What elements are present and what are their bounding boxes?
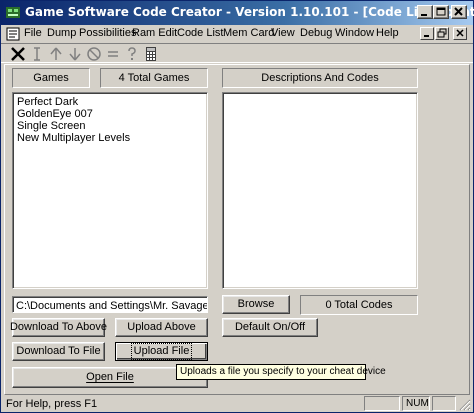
menu-debug[interactable]: Debug <box>300 27 332 39</box>
default-on-off-label: Default On/Off <box>234 321 306 333</box>
list-item[interactable]: GoldenEye 007 <box>17 108 93 120</box>
games-count: 4 Total Games <box>100 68 208 88</box>
menu-code-list[interactable]: Code List <box>177 27 223 39</box>
menu-mem-card[interactable]: Mem Card <box>223 27 274 39</box>
file-path-field[interactable]: C:\Documents and Settings\Mr. Savage\My … <box>12 296 208 313</box>
x-cross-icon[interactable] <box>9 45 27 63</box>
list-item[interactable]: Perfect Dark <box>17 96 78 108</box>
maximize-button[interactable] <box>433 5 449 19</box>
upload-above-label: Upload Above <box>127 321 196 333</box>
games-count-label: 4 Total Games <box>118 72 190 84</box>
download-to-file-button[interactable]: Download To File <box>12 342 105 361</box>
upload-above-button[interactable]: Upload Above <box>115 318 208 337</box>
games-list[interactable]: Perfect Dark GoldenEye 007 Single Screen… <box>12 92 208 289</box>
status-pane-1 <box>364 396 400 411</box>
file-path-value: C:\Documents and Settings\Mr. Savage\My … <box>16 300 208 312</box>
default-on-off-button[interactable]: Default On/Off <box>222 318 318 337</box>
arrow-down-icon[interactable] <box>66 45 84 63</box>
resize-grip-icon[interactable] <box>458 398 471 411</box>
close-button[interactable] <box>451 5 467 19</box>
toolbar <box>1 43 473 63</box>
document-icon[interactable] <box>5 26 21 42</box>
text-cursor-icon[interactable] <box>28 45 46 63</box>
upload-file-tooltip: Uploads a file you specify to your cheat… <box>176 364 386 380</box>
mdi-close-button[interactable] <box>453 27 467 40</box>
close-icon <box>456 29 464 37</box>
minimize-icon <box>424 35 429 37</box>
maximize-icon <box>436 7 446 16</box>
menu-view[interactable]: View <box>271 27 295 39</box>
restore-icon <box>437 28 447 38</box>
question-mark-icon[interactable] <box>123 45 141 63</box>
menu-possibilities[interactable]: Possibilities <box>79 27 136 39</box>
browse-button[interactable]: Browse <box>222 295 290 314</box>
games-header: Games <box>12 68 90 88</box>
calculator-icon[interactable] <box>142 45 160 63</box>
upload-file-label: Upload File <box>130 343 193 360</box>
download-to-file-label: Download To File <box>16 345 101 357</box>
list-item[interactable]: New Multiplayer Levels <box>17 132 130 144</box>
no-sign-icon[interactable] <box>85 45 103 63</box>
status-pane-3 <box>432 396 456 411</box>
minimize-icon <box>421 14 427 16</box>
mdi-minimize-button[interactable] <box>420 27 434 40</box>
equals-icon[interactable] <box>104 45 122 63</box>
open-file-label: Open File <box>86 371 134 383</box>
descriptions-header-label: Descriptions And Codes <box>261 72 379 84</box>
menu-ram-edit[interactable]: Ram Edit <box>132 27 177 39</box>
codes-count: 0 Total Codes <box>300 295 418 315</box>
title-bar[interactable]: Game Software Code Creator - Version 1.1… <box>1 1 474 25</box>
num-lock-indicator: NUM <box>406 398 429 409</box>
mdi-restore-button[interactable] <box>435 27 449 40</box>
descriptions-header: Descriptions And Codes <box>222 68 418 88</box>
list-item[interactable]: Single Screen <box>17 120 86 132</box>
codes-count-label: 0 Total Codes <box>325 299 393 311</box>
arrow-up-icon[interactable] <box>47 45 65 63</box>
games-header-label: Games <box>33 72 69 84</box>
window-title: Game Software Code Creator - Version 1.1… <box>25 5 474 19</box>
menu-file[interactable]: File <box>24 27 42 39</box>
menu-dump[interactable]: Dump <box>47 27 76 39</box>
tooltip-text: Uploads a file you specify to your cheat… <box>180 366 386 377</box>
upload-file-button[interactable]: Upload File <box>115 342 208 361</box>
download-to-above-label: Download To Above <box>9 321 108 333</box>
menu-help[interactable]: Help <box>376 27 399 39</box>
download-to-above-button[interactable]: Download To Above <box>9 318 108 337</box>
browse-button-label: Browse <box>237 298 275 310</box>
minimize-button[interactable] <box>417 5 433 19</box>
status-help-text: For Help, press F1 <box>6 398 98 410</box>
codes-list[interactable] <box>222 92 418 289</box>
app-icon <box>6 7 20 18</box>
menu-bar: File Dump Possibilities Ram Edit Code Li… <box>1 25 473 43</box>
status-num-pane: NUM <box>402 396 430 411</box>
close-icon <box>454 7 463 16</box>
menu-window[interactable]: Window <box>335 27 374 39</box>
